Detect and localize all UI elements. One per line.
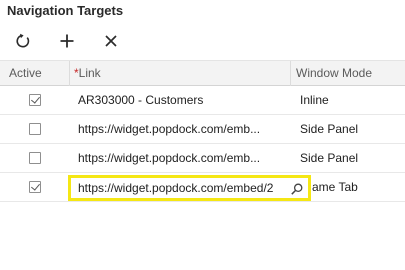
active-cell[interactable] — [0, 144, 69, 172]
toolbar — [0, 28, 405, 54]
refresh-button[interactable] — [8, 28, 38, 54]
active-cell[interactable] — [0, 86, 69, 114]
panel-title: Navigation Targets — [7, 3, 124, 18]
window-mode-cell[interactable]: Side Panel — [300, 115, 400, 143]
link-cell[interactable]: https://widget.popdock.com/emb... — [78, 115, 288, 143]
column-header-window-mode[interactable]: Window Mode — [296, 61, 372, 86]
link-edit-field[interactable] — [68, 175, 311, 201]
table-row[interactable]: https://widget.popdock.com/emb... Side P… — [0, 144, 405, 173]
link-cell[interactable]: AR303000 - Customers — [78, 86, 288, 114]
window-mode-cell[interactable]: Inline — [300, 86, 400, 114]
link-input[interactable] — [78, 181, 288, 195]
close-icon — [105, 35, 117, 47]
table-row[interactable]: https://widget.popdock.com/emb... Side P… — [0, 115, 405, 144]
table-row-editing[interactable]: ame Tab — [0, 173, 405, 202]
window-mode-cell[interactable]: Side Panel — [300, 144, 400, 172]
column-header-link[interactable]: *Link — [74, 61, 101, 86]
window-mode-cell[interactable]: ame Tab — [312, 173, 405, 201]
active-checkbox[interactable] — [28, 123, 41, 135]
refresh-icon — [16, 33, 30, 48]
column-divider[interactable] — [290, 61, 291, 86]
active-cell[interactable] — [0, 115, 69, 143]
search-icon[interactable] — [290, 182, 304, 196]
add-button[interactable] — [52, 28, 82, 54]
active-checkbox[interactable] — [28, 94, 41, 106]
link-cell[interactable]: https://widget.popdock.com/emb... — [78, 144, 288, 172]
navigation-targets-grid: Active *Link Window Mode AR303000 - Cust… — [0, 60, 405, 202]
active-checkbox[interactable] — [28, 152, 41, 164]
table-row[interactable]: AR303000 - Customers Inline — [0, 86, 405, 115]
delete-button[interactable] — [96, 28, 126, 54]
column-header-active[interactable]: Active — [9, 61, 42, 86]
column-header-link-label: Link — [78, 66, 101, 80]
column-divider[interactable] — [69, 61, 70, 86]
active-cell[interactable] — [0, 173, 69, 201]
plus-icon — [60, 34, 74, 48]
grid-header: Active *Link Window Mode — [0, 60, 405, 86]
active-checkbox[interactable] — [28, 181, 41, 193]
